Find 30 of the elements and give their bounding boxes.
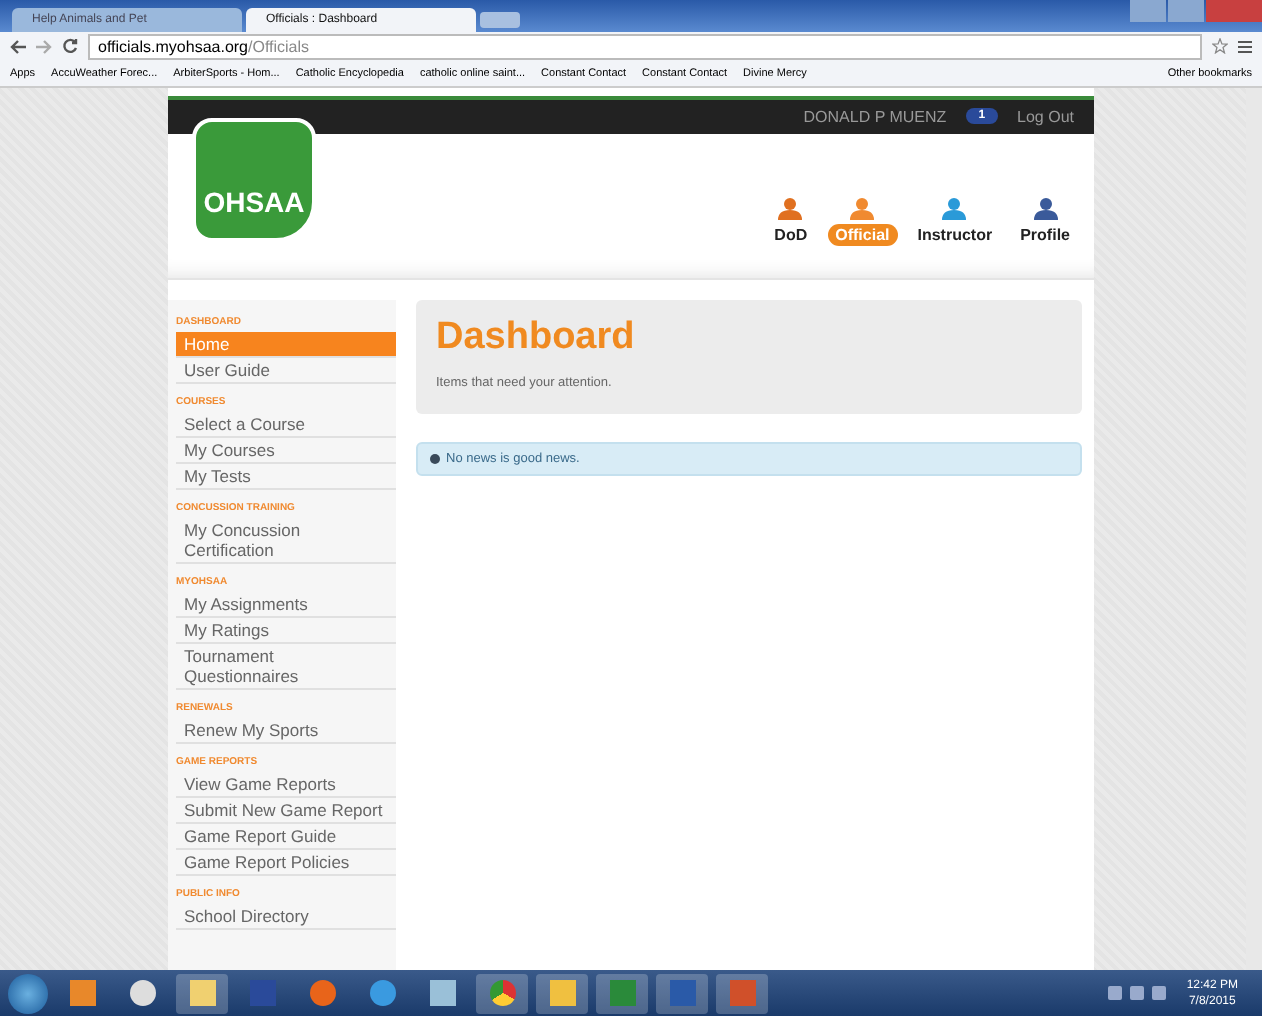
logo-badge[interactable]: OHSAA: [192, 117, 316, 242]
sidebar-link[interactable]: My Courses: [176, 438, 396, 464]
role-tab[interactable]: Profile: [1012, 224, 1078, 246]
back-button[interactable]: [10, 39, 26, 53]
info-icon: [430, 454, 440, 464]
star-icon[interactable]: [1212, 38, 1228, 54]
start-button[interactable]: [8, 973, 48, 1013]
sidebar-link[interactable]: My Ratings: [176, 618, 396, 644]
page-title: Dashboard: [436, 316, 637, 360]
sidebar-link[interactable]: Submit New Game Report: [176, 798, 396, 824]
sidebar-link[interactable]: Renew My Sports: [176, 718, 396, 744]
sidebar-link[interactable]: Game Report Guide: [176, 824, 396, 850]
forward-button[interactable]: [36, 39, 52, 53]
reload-button[interactable]: [62, 38, 78, 54]
sidebar-link[interactable]: Select a Course: [176, 412, 396, 438]
sidebar-link[interactable]: Tournament Questionnaires: [176, 644, 396, 690]
role-tab[interactable]: Instructor: [909, 224, 1001, 246]
address-bar[interactable]: officials.myohsaa.org/Officials: [88, 33, 1202, 59]
sidebar-link[interactable]: My Tests: [176, 464, 396, 490]
sidebar-link[interactable]: Game Report Policies: [176, 850, 396, 876]
logout-link[interactable]: Log Out: [1017, 107, 1074, 126]
logo-text: OHSAA: [203, 185, 305, 218]
menu-icon[interactable]: [1238, 39, 1252, 53]
sidebar-link[interactable]: User Guide: [176, 358, 396, 384]
role-tab[interactable]: DoD: [766, 224, 816, 246]
sidebar-link[interactable]: My Concussion Certification: [176, 518, 396, 564]
sidebar-link[interactable]: My Assignments: [176, 592, 396, 618]
sidebar-link[interactable]: View Game Reports: [176, 772, 396, 798]
user-name: DONALD P MUENZ: [803, 107, 947, 126]
sidebar-link[interactable]: School Directory: [176, 904, 396, 930]
